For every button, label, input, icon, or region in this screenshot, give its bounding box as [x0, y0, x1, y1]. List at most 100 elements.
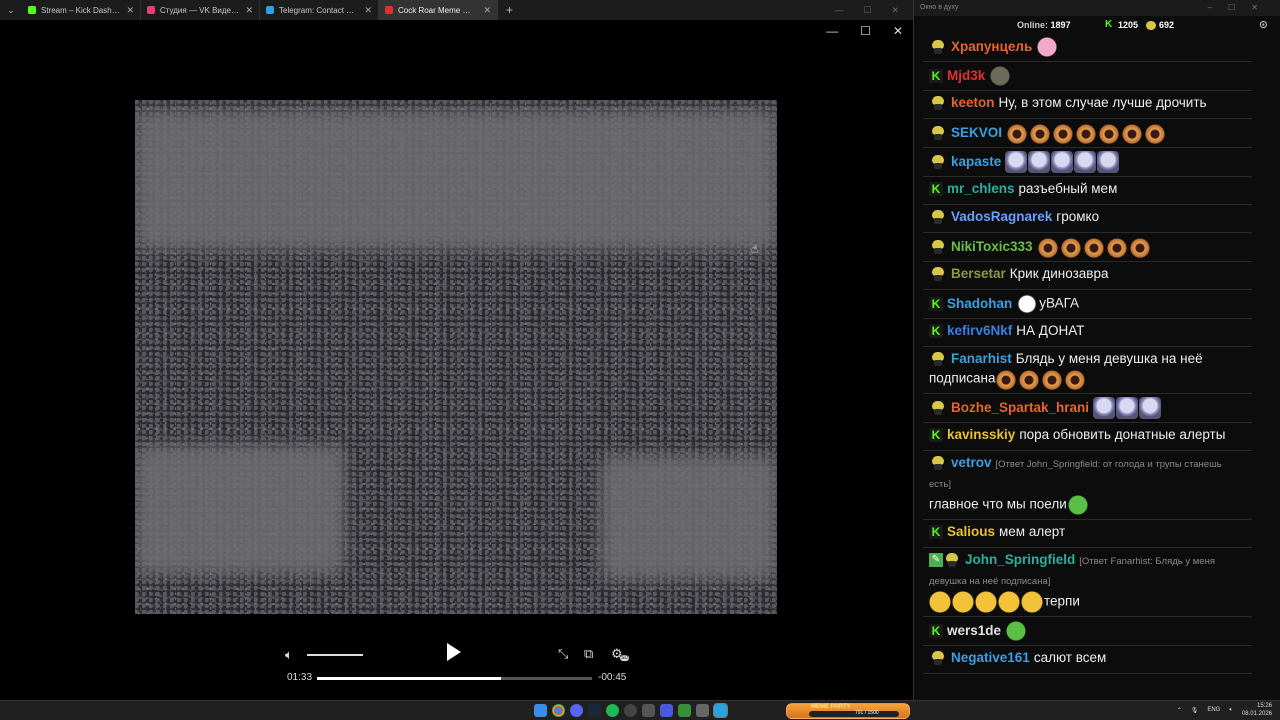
meme-party-value: 791 / 1500 — [855, 710, 879, 716]
chat-username[interactable]: kefirv6Nkf — [947, 323, 1012, 338]
chat-username[interactable]: mr_chlens — [947, 181, 1015, 196]
vk-live-badge-icon — [929, 240, 947, 254]
ghost-emote-icon — [1074, 151, 1097, 173]
vk-live-badge-icon — [929, 40, 947, 54]
microphone-icon[interactable]: 🎙︎ — [1191, 707, 1199, 714]
chat-message: Kmr_chlens разъебный мем — [923, 177, 1252, 205]
chat-username[interactable]: John_Springfield — [965, 552, 1075, 567]
close-tab-icon[interactable]: ✕ — [126, 5, 134, 16]
chat-username[interactable]: NikiToxic333 — [951, 239, 1033, 254]
chat-username[interactable]: Fanarhist — [951, 351, 1012, 366]
chat-username[interactable]: keeton — [951, 95, 995, 110]
vk-count: 692 — [1159, 20, 1175, 30]
app-icon[interactable] — [660, 704, 673, 717]
vk-live-badge-icon — [929, 155, 947, 169]
close-icon[interactable]: ✕ — [893, 24, 903, 38]
kick-badge-icon: K — [929, 324, 943, 339]
minimize-icon[interactable]: — — [826, 24, 838, 38]
chat-username[interactable]: Salious — [947, 524, 995, 539]
discord-icon[interactable] — [570, 704, 583, 717]
chat-username[interactable]: wers1de — [947, 623, 1001, 638]
clock[interactable]: 15:26 08.01.2026 — [1242, 702, 1272, 718]
tab-title: Cock Roar Meme 🐓💀 (Roost — [398, 5, 478, 15]
app-icon[interactable] — [696, 704, 709, 717]
scream-emote-icon — [1128, 236, 1151, 258]
player-window-controls: — ☐ ✕ — [826, 24, 903, 38]
chat-message: K Salious мем алерт — [923, 520, 1252, 548]
close-tab-icon[interactable]: ✕ — [483, 5, 491, 16]
youtube-icon — [385, 6, 393, 14]
meme-party-widget[interactable]: MEME PARTY 791 / 1500 — [786, 703, 910, 719]
chat-username[interactable]: VadosRagnarek — [951, 209, 1052, 224]
exit-fullscreen-icon[interactable]: ⤡ — [558, 646, 568, 662]
chat-username[interactable]: Shadohan — [947, 296, 1012, 311]
chat-username[interactable]: Mjd3k — [947, 68, 985, 83]
chat-username[interactable]: kavinsskiy — [947, 427, 1015, 442]
chevron-up-icon[interactable]: ⌃ — [1177, 707, 1182, 714]
moderator-badge-icon: ✎ — [929, 553, 943, 568]
chat-window-controls[interactable]: –☐✕ — [1208, 3, 1274, 12]
close-tab-icon[interactable]: ✕ — [364, 5, 372, 16]
app-icon[interactable] — [642, 704, 655, 717]
new-tab-button[interactable]: + — [498, 3, 521, 17]
telegram-icon — [266, 6, 274, 14]
scream-emote-icon — [1075, 122, 1098, 144]
vk-live-icon — [1146, 20, 1156, 30]
vk-live-badge-icon — [929, 401, 947, 415]
minimize-icon[interactable]: — — [834, 5, 843, 16]
chat-message-text: Ну, в этом случае лучше дрочить — [998, 95, 1207, 110]
chat-username[interactable]: Храпунцель — [951, 39, 1032, 54]
language-indicator[interactable]: ENG — [1207, 707, 1220, 713]
online-count: 1897 — [1050, 20, 1071, 30]
chat-username[interactable]: kapaste — [951, 154, 1001, 169]
start-icon[interactable] — [534, 704, 547, 717]
chat-username[interactable]: Bozhe_Spartak_hrani — [951, 400, 1089, 415]
scream-emote-icon — [1121, 122, 1144, 144]
maximize-icon[interactable]: ☐ — [860, 24, 871, 38]
chat-message: Kkavinsskiy пора обновить донатные алерты — [923, 423, 1252, 451]
chat-settings-icon[interactable]: ⊙ — [1259, 18, 1268, 31]
spotify-icon[interactable] — [606, 704, 619, 717]
chat-message-text: уВАГА — [1039, 295, 1079, 311]
volume-slider[interactable] — [307, 654, 363, 656]
kick-badge-icon: K — [929, 182, 943, 197]
vk-live-badge-icon — [929, 126, 947, 140]
app-icon[interactable] — [678, 704, 691, 717]
close-icon[interactable]: ✕ — [891, 5, 899, 16]
steam-icon[interactable] — [588, 704, 601, 717]
tab-youtube-video[interactable]: Cock Roar Meme 🐓💀 (Roost ✕ — [379, 0, 498, 20]
scream-emote-icon — [1036, 236, 1059, 258]
chat-message-list[interactable]: Храпунцель K Mjd3k keeton Ну, в этом случае … — [923, 33, 1252, 690]
kick-badge-icon: K — [929, 525, 943, 540]
kick-badge-icon: K — [929, 428, 943, 443]
chat-username[interactable]: SEKVOI — [951, 125, 1002, 140]
desktop: ⌄ Stream – Kick Dashboard ✕ Студия — VK … — [0, 0, 1280, 720]
seek-bar[interactable] — [317, 677, 592, 680]
tab-title: Stream – Kick Dashboard — [41, 5, 121, 15]
tab-title: Telegram: Contact @boris_rozh — [279, 5, 359, 15]
tab-list-chevron-icon[interactable]: ⌄ — [0, 0, 22, 20]
chat-message: NikiToxic333 — [923, 233, 1252, 262]
meme-party-title: MEME PARTY — [811, 704, 851, 710]
chat-message-text: разъебный мем — [1018, 181, 1118, 196]
play-button[interactable] — [447, 643, 461, 661]
chat-username[interactable]: Negative161 — [951, 650, 1030, 665]
tab-telegram[interactable]: Telegram: Contact @boris_rozh ✕ — [260, 0, 379, 20]
obs-icon[interactable] — [624, 704, 637, 717]
miniplayer-icon[interactable]: ⧉ — [584, 646, 593, 662]
chat-username[interactable]: Bersetar — [951, 266, 1006, 281]
tab-kick-dashboard[interactable]: Stream – Kick Dashboard ✕ — [22, 0, 141, 20]
chat-message-text: пора обновить донатные алерты — [1019, 427, 1226, 442]
chrome-icon[interactable] — [552, 704, 565, 717]
close-tab-icon[interactable]: ✕ — [245, 5, 253, 16]
tab-vk-studio[interactable]: Студия — VK Видео Live ✕ — [141, 0, 260, 20]
maximize-icon[interactable]: ☐ — [863, 5, 871, 16]
chat-message-text: НА ДОНАТ — [1016, 323, 1085, 338]
volume-icon[interactable]: 🔈︎ — [285, 647, 293, 663]
telegram-icon[interactable] — [713, 703, 728, 718]
video-frame[interactable] — [135, 100, 777, 614]
scream-emote-icon — [1006, 122, 1029, 144]
ghost-emote-icon — [1116, 397, 1139, 419]
chat-username[interactable]: vetrov — [951, 455, 992, 470]
volume-icon[interactable]: 🔈︎ — [1229, 707, 1233, 714]
